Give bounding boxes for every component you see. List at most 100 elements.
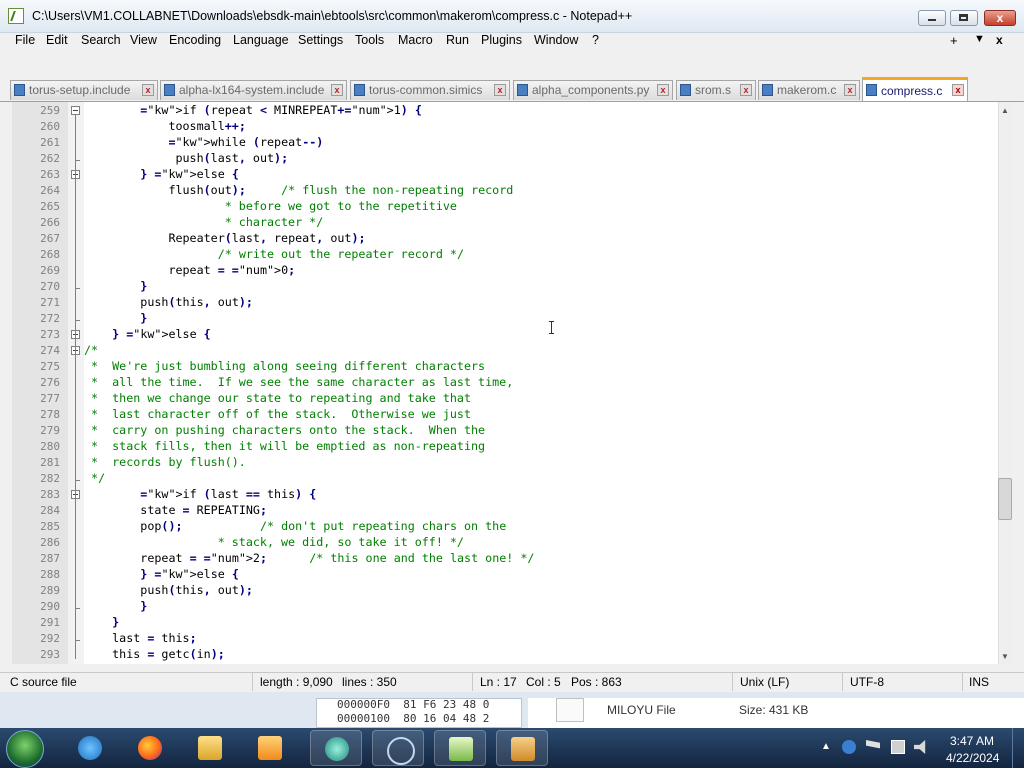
tab-close-icon[interactable]: x [494, 84, 506, 96]
code-line[interactable]: flush(out); /* flush the non-repeating r… [84, 183, 513, 197]
notepad-plus-plus-window: C:\Users\VM1.COLLABNET\Downloads\ebsdk-m… [0, 0, 1024, 700]
fold-toggle-icon[interactable] [71, 106, 80, 115]
code-line[interactable]: * before we got to the repetitive [84, 199, 457, 213]
tab-close-icon[interactable]: x [331, 84, 343, 96]
menu-macro[interactable]: Macro [398, 33, 433, 47]
code-line[interactable]: ="kw">if (repeat < MINREPEAT+="num">1) { [84, 103, 422, 117]
code-line[interactable]: * We're just bumbling along seeing diffe… [84, 359, 485, 373]
taskbar-app-teal[interactable] [310, 730, 362, 766]
menu-encoding[interactable]: Encoding [169, 33, 221, 47]
clock-date[interactable]: 4/22/2024 [946, 751, 999, 765]
tab-close-icon[interactable]: x [142, 84, 154, 96]
tab-label: torus-common.simics [369, 83, 483, 97]
close-document-icon[interactable]: x [996, 33, 1003, 47]
start-button[interactable] [6, 730, 44, 768]
tab-srom-s[interactable]: srom.s x [676, 80, 756, 100]
menu-window[interactable]: Window [534, 33, 578, 47]
line-number: 288 [40, 568, 60, 581]
code-line[interactable]: * stack, we did, so take it off! */ [84, 535, 464, 549]
tab-close-icon[interactable]: x [952, 84, 964, 96]
code-line[interactable]: /* write out the repeater record */ [84, 247, 464, 261]
code-line[interactable]: */ [84, 471, 105, 485]
code-line[interactable]: * records by flush(). [84, 455, 246, 469]
code-line[interactable]: * character */ [84, 215, 324, 229]
tab-list-icon[interactable]: ▼ [974, 33, 985, 45]
menu-search[interactable]: Search [81, 33, 121, 47]
tab-makerom-c[interactable]: makerom.c x [758, 80, 860, 100]
file-icon [866, 84, 877, 96]
menu-help[interactable]: ? [592, 33, 599, 47]
taskbar-media-player[interactable] [244, 730, 296, 766]
tab-close-icon[interactable]: x [740, 84, 752, 96]
new-tab-icon[interactable]: + [950, 33, 958, 48]
close-button[interactable]: x [984, 10, 1016, 26]
code-line[interactable]: this = getc(in); [84, 647, 225, 661]
menu-view[interactable]: View [130, 33, 157, 47]
code-line[interactable]: pop(); /* don't put repeating chars on t… [84, 519, 506, 533]
scroll-down-icon[interactable]: ▼ [1001, 652, 1009, 661]
code-line[interactable]: push(this, out); [84, 295, 253, 309]
code-editor[interactable]: 259 ="kw">if (repeat < MINREPEAT+="num">… [12, 102, 998, 664]
code-line[interactable]: Repeater(last, repeat, out); [84, 231, 365, 245]
show-desktop-button[interactable] [1012, 728, 1024, 768]
code-line[interactable]: ="kw">if (last == this) { [84, 487, 316, 501]
code-line[interactable]: repeat = ="num">2; /* this one and the l… [84, 551, 534, 565]
code-line[interactable]: ="kw">while (repeat--) [84, 135, 323, 149]
code-line[interactable]: } ="kw">else { [84, 567, 239, 581]
display-icon[interactable] [891, 740, 905, 754]
code-line[interactable]: } ="kw">else { [84, 167, 239, 181]
line-number: 268 [40, 248, 60, 261]
show-hidden-icons[interactable]: ▲ [821, 741, 831, 752]
app-icon [325, 737, 349, 761]
taskbar-notepad-plus-plus[interactable] [434, 730, 486, 766]
code-line[interactable]: repeat = ="num">0; [84, 263, 295, 277]
taskbar-app-wireshark[interactable] [372, 730, 424, 766]
menu-settings[interactable]: Settings [298, 33, 343, 47]
tab-close-icon[interactable]: x [844, 84, 856, 96]
code-line[interactable]: toosmall++; [84, 119, 245, 133]
code-line[interactable]: * all the time. If we see the same chara… [84, 375, 513, 389]
mouse-ibeam-cursor [549, 321, 554, 334]
code-line[interactable]: } [84, 599, 147, 613]
tab-compress-c[interactable]: compress.c x [862, 77, 968, 101]
taskbar-firefox[interactable] [124, 730, 176, 766]
code-line[interactable]: * stack fills, then it will be emptied a… [84, 439, 485, 453]
tab-alpha-lx164-system-include[interactable]: alpha-lx164-system.include x [160, 80, 347, 100]
menu-edit[interactable]: Edit [46, 33, 68, 47]
code-line[interactable]: } [84, 615, 119, 629]
menu-tools[interactable]: Tools [355, 33, 384, 47]
scrollbar-thumb[interactable] [998, 478, 1012, 520]
code-line[interactable]: } ="kw">else { [84, 327, 211, 341]
status-encoding[interactable]: UTF-8 [850, 675, 884, 689]
menu-language[interactable]: Language [233, 33, 289, 47]
code-line[interactable]: * last character off of the stack. Other… [84, 407, 471, 421]
tab-torus-common-simics[interactable]: torus-common.simics x [350, 80, 510, 100]
code-line[interactable]: /* [84, 343, 98, 357]
code-line[interactable]: * then we change our state to repeating … [84, 391, 471, 405]
code-line[interactable]: push(last, out); [84, 151, 288, 165]
code-line[interactable]: * carry on pushing characters onto the s… [84, 423, 485, 437]
line-number: 281 [40, 456, 60, 469]
tab-torus-setup-include[interactable]: torus-setup.include x [10, 80, 158, 100]
status-eol[interactable]: Unix (LF) [740, 675, 789, 689]
menu-plugins[interactable]: Plugins [481, 33, 522, 47]
code-line[interactable]: } [84, 279, 147, 293]
maximize-button[interactable] [950, 10, 978, 26]
code-line[interactable]: state = REPEATING; [84, 503, 267, 517]
code-line[interactable]: push(this, out); [84, 583, 253, 597]
taskbar-file-explorer[interactable] [184, 730, 236, 766]
code-line[interactable]: last = this; [84, 631, 196, 645]
tab-alpha-components-py[interactable]: alpha_components.py x [513, 80, 673, 100]
clock-time[interactable]: 3:47 AM [950, 734, 994, 748]
notepad-plus-plus-icon[interactable] [8, 8, 24, 24]
vertical-scrollbar[interactable] [998, 102, 1013, 664]
menu-run[interactable]: Run [446, 33, 469, 47]
taskbar-hxd[interactable] [496, 730, 548, 766]
scroll-up-icon[interactable]: ▲ [1001, 106, 1009, 115]
menu-file[interactable]: File [15, 33, 35, 47]
taskbar-internet-explorer[interactable] [64, 730, 116, 766]
tab-close-icon[interactable]: x [657, 84, 669, 96]
network-status-icon[interactable] [842, 740, 856, 754]
minimize-button[interactable] [918, 10, 946, 26]
code-line[interactable]: } [84, 311, 147, 325]
